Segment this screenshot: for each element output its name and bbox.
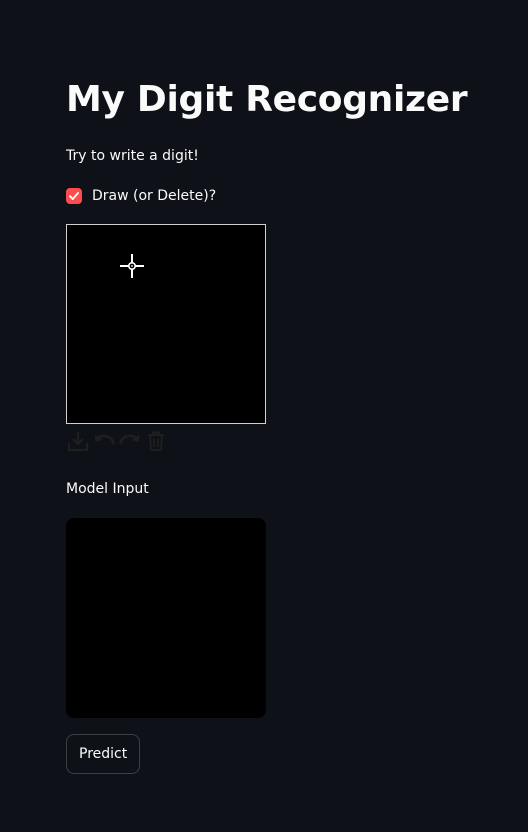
draw-toggle-checkbox[interactable]: Draw (or Delete)? [66,186,216,206]
model-input-label: Model Input [66,481,149,497]
redo-icon [119,434,140,445]
crosshair-icon [120,254,144,278]
download-button[interactable] [66,429,90,453]
page-title: My Digit Recognizer [66,79,468,120]
undo-button[interactable] [92,429,116,453]
checkbox-checked-icon[interactable] [66,188,82,204]
download-icon [67,432,89,452]
canvas-toolbar [66,428,168,454]
redo-button[interactable] [118,429,142,453]
instruction-text: Try to write a digit! [66,148,199,164]
draw-toggle-label: Draw (or Delete)? [92,188,217,204]
delete-button[interactable] [144,429,168,453]
drawing-canvas[interactable] [66,224,266,424]
model-input-image [66,518,266,718]
predict-button[interactable]: Predict [66,734,141,774]
undo-icon [94,434,115,445]
trash-icon [148,431,164,451]
